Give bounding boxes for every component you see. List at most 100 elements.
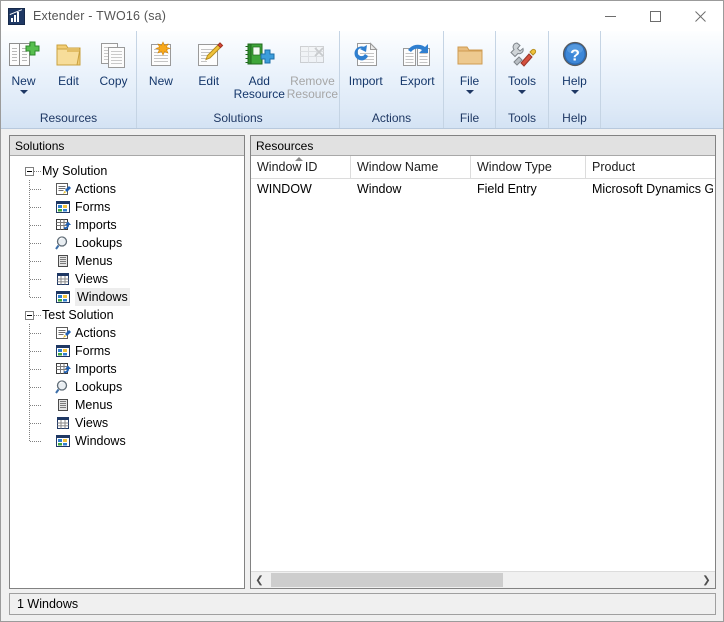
views-icon (55, 415, 71, 431)
tree-connector (30, 189, 42, 190)
tree-node-label: Actions (75, 326, 116, 340)
collapse-icon[interactable] (25, 311, 34, 320)
tree-node-menus[interactable]: Menus (10, 396, 244, 414)
tree-node-menus[interactable]: Menus (10, 252, 244, 270)
ribbon-group-label-tools: Tools (507, 111, 536, 125)
tree-node-actions[interactable]: Actions (10, 324, 244, 342)
tree-connector (30, 243, 42, 244)
tools-icon (506, 38, 538, 72)
chart-icon (8, 7, 25, 25)
tree-node-forms[interactable]: Forms (10, 342, 244, 360)
add-resource-icon (243, 38, 275, 72)
chevron-down-icon[interactable] (570, 90, 579, 94)
chevron-down-icon[interactable] (19, 90, 28, 94)
column-header-window-id[interactable]: Window ID (251, 156, 351, 178)
tree-node-views[interactable]: Views (10, 270, 244, 288)
tree-node-imports[interactable]: Imports (10, 216, 244, 234)
tree-node-label: Views (75, 272, 109, 286)
tree-node-label: Test Solution (42, 308, 114, 322)
file-menu-button[interactable]: File (444, 35, 495, 94)
tree-connector (30, 225, 42, 226)
scroll-right-button[interactable]: ❯ (698, 572, 715, 588)
ribbon-group-solutions: New Edit Add Resource Remove Resource So… (137, 31, 340, 128)
import-icon (350, 38, 382, 72)
column-header-label: Window Type (477, 160, 552, 174)
new-resource-button[interactable]: New (1, 35, 46, 94)
ribbon-filler (601, 31, 723, 128)
scrollbar-thumb[interactable] (271, 573, 503, 587)
title-bar: Extender - TWO16 (sa) (1, 1, 723, 31)
edit-pencil-icon (193, 38, 225, 72)
close-button[interactable] (678, 1, 723, 31)
tree-node-label: Actions (75, 182, 116, 196)
tree-node-windows[interactable]: Windows (10, 432, 244, 450)
tree-node-views[interactable]: Views (10, 414, 244, 432)
copy-resource-label: Copy (99, 74, 128, 88)
export-button[interactable]: Export (392, 35, 444, 88)
tree-node-actions[interactable]: Actions (10, 180, 244, 198)
new-solution-button[interactable]: New (137, 35, 185, 88)
remove-resource-icon (296, 38, 328, 72)
edit-solution-label: Edit (198, 74, 220, 88)
edit-resource-button[interactable]: Edit (46, 35, 91, 88)
tree-node-imports[interactable]: Imports (10, 360, 244, 378)
ribbon-group-tools: Tools Tools (496, 31, 549, 128)
ribbon-group-label-file: File (459, 111, 480, 125)
tree-node-windows[interactable]: Windows (10, 288, 244, 306)
copy-icon (98, 38, 130, 72)
solutions-tree[interactable]: My Solution Actions Forms Imports Lookup… (10, 156, 244, 450)
tree-node-my-solution[interactable]: My Solution (10, 162, 244, 180)
minimize-button[interactable] (588, 1, 633, 31)
tree-node-test-solution[interactable]: Test Solution (10, 306, 244, 324)
tree-node-lookups[interactable]: Lookups (10, 378, 244, 396)
scrollbar-track[interactable] (268, 572, 698, 588)
ribbon-group-actions: Import Export Actions (340, 31, 444, 128)
collapse-icon[interactable] (25, 167, 34, 176)
ribbon-toolbar: New Edit Copy Resources New Edit Add Res… (1, 31, 723, 129)
tree-node-label: Windows (75, 434, 126, 448)
export-icon (401, 38, 433, 72)
tree-node-label: Imports (75, 218, 117, 232)
tree-connector (30, 387, 42, 388)
copy-resource-button[interactable]: Copy (91, 35, 136, 88)
tree-node-label: Lookups (75, 380, 123, 394)
folder-edit-icon (53, 38, 85, 72)
tree-connector (30, 369, 42, 370)
edit-solution-button[interactable]: Edit (185, 35, 233, 88)
actions-icon (55, 325, 71, 341)
column-header-window-type[interactable]: Window Type (471, 156, 586, 178)
tree-node-label: Forms (75, 344, 111, 358)
table-row[interactable]: WINDOW Window Field Entry Microsoft Dyna… (251, 179, 715, 200)
tree-node-lookups[interactable]: Lookups (10, 234, 244, 252)
tree-node-label: Forms (75, 200, 111, 214)
import-label: Import (348, 74, 383, 88)
imports-icon (55, 361, 71, 377)
new-solution-label: New (148, 74, 173, 88)
help-icon: ? (559, 38, 591, 72)
ribbon-group-help: ? Help Help (549, 31, 601, 128)
ribbon-group-resources: New Edit Copy Resources (1, 31, 137, 128)
chevron-down-icon[interactable] (465, 90, 474, 94)
horizontal-scrollbar[interactable]: ❮ ❯ (251, 571, 715, 588)
column-header-product[interactable]: Product (586, 156, 713, 178)
tree-node-forms[interactable]: Forms (10, 198, 244, 216)
add-resource-button[interactable]: Add Resource (233, 35, 286, 101)
tree-connector (30, 423, 42, 424)
maximize-button[interactable] (633, 1, 678, 31)
import-button[interactable]: Import (340, 35, 392, 88)
scroll-left-button[interactable]: ❮ (251, 572, 268, 588)
edit-resource-label: Edit (58, 74, 79, 88)
export-label: Export (399, 74, 435, 88)
add-resource-label: Add Resource (233, 74, 285, 101)
ribbon-group-label-solutions: Solutions (213, 111, 263, 125)
help-menu-button[interactable]: ? Help (549, 35, 600, 94)
column-header-window-name[interactable]: Window Name (351, 156, 471, 178)
tree-connector (30, 261, 42, 262)
chevron-down-icon[interactable] (518, 90, 526, 94)
sort-ascending-icon (295, 157, 303, 161)
menus-icon (55, 253, 71, 269)
tools-menu-button[interactable]: Tools (496, 35, 548, 94)
new-resource-icon (8, 38, 40, 72)
windows-icon (55, 289, 71, 305)
menus-icon (55, 397, 71, 413)
